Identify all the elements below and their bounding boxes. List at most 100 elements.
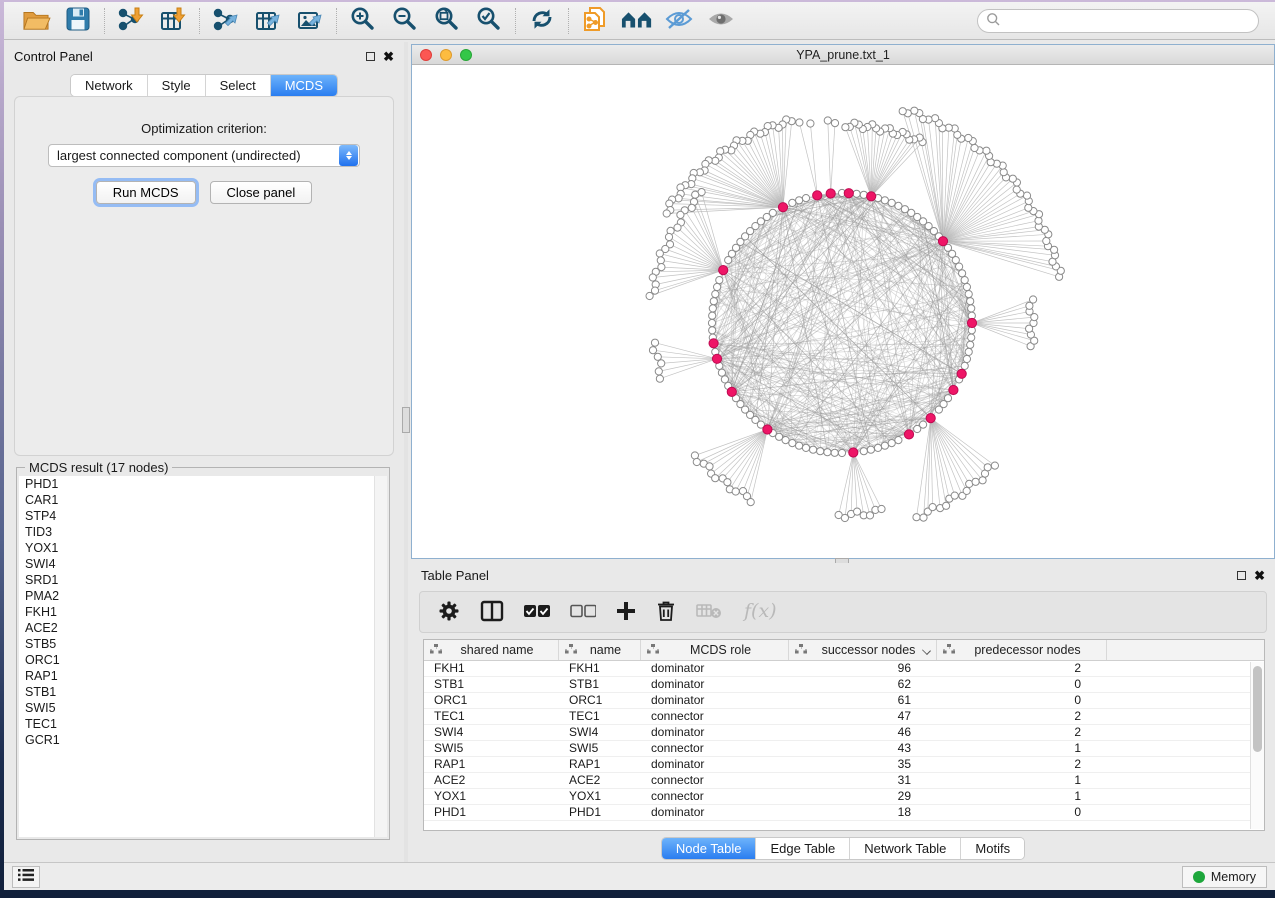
import-network-button[interactable] [115,7,147,35]
tab-mcds[interactable]: MCDS [271,75,337,96]
optimization-dropdown[interactable]: largest connected component (undirected) [48,144,360,167]
zoom-selected-button[interactable] [473,7,505,35]
export-image-button[interactable] [294,7,326,35]
table-scrollbar-thumb[interactable] [1253,666,1262,752]
close-table-panel-icon[interactable]: ✖ [1254,571,1265,580]
save-button[interactable] [62,7,94,35]
mcds-node-item[interactable]: RAP1 [19,668,387,684]
table-row[interactable]: ACE2ACE2connector311 [424,773,1264,789]
cell-predecessor-nodes: 1 [937,773,1107,788]
mcds-node-item[interactable]: CAR1 [19,492,387,508]
zoom-out-button[interactable] [389,7,421,35]
tab-select[interactable]: Select [206,75,271,96]
deselect-all-icon [570,604,596,621]
deselect-all-button[interactable] [570,604,596,621]
first-neighbors-button[interactable] [621,7,653,35]
column-header-name[interactable]: name [559,640,641,660]
table-row[interactable]: FKH1FKH1dominator962 [424,661,1264,677]
mcds-node-item[interactable]: ACE2 [19,620,387,636]
open-button[interactable] [20,7,52,35]
table-row[interactable]: ORC1ORC1dominator610 [424,693,1264,709]
column-header-successor-nodes[interactable]: successor nodes [789,640,937,660]
table-scrollbar[interactable] [1250,662,1264,829]
mcds-node-item[interactable]: TID3 [19,524,387,540]
cell-shared-name: SWI5 [424,741,559,756]
search-input[interactable] [1001,14,1258,28]
export-table-icon [253,6,283,35]
export-table-button[interactable] [252,7,284,35]
mcds-node-item[interactable]: SRD1 [19,572,387,588]
table-row[interactable]: YOX1YOX1connector291 [424,789,1264,805]
cell-name: ORC1 [559,693,641,708]
table-row[interactable]: PHD1PHD1dominator180 [424,805,1264,821]
mcds-node-item[interactable]: PHD1 [19,476,387,492]
table-row[interactable]: STB1STB1dominator620 [424,677,1264,693]
mcds-node-item[interactable]: FKH1 [19,604,387,620]
mcds-node-item[interactable]: GCR1 [19,732,387,748]
zoom-fit-button[interactable] [431,7,463,35]
delete-table-button[interactable] [696,602,722,623]
task-history-button[interactable] [12,866,40,888]
hide-selected-button[interactable] [663,7,695,35]
mcds-node-item[interactable]: ORC1 [19,652,387,668]
float-table-panel-icon[interactable] [1237,571,1246,580]
mcds-node-item[interactable]: STB5 [19,636,387,652]
delete-column-button[interactable] [656,600,676,625]
refresh-icon [529,6,555,35]
export-network-button[interactable] [210,7,242,35]
show-all-button[interactable] [705,7,737,35]
import-table-button[interactable] [157,7,189,35]
column-header-shared-name[interactable]: shared name [424,640,559,660]
function-builder-button[interactable]: f(x) [742,599,780,626]
mcds-list-scrollbar[interactable] [374,476,387,837]
settings-button[interactable] [438,600,460,625]
add-column-button[interactable] [616,601,636,624]
refresh-button[interactable] [526,7,558,35]
cell-shared-name: FKH1 [424,661,559,676]
mcds-node-item[interactable]: STP4 [19,508,387,524]
tab-style[interactable]: Style [148,75,206,96]
mcds-node-item[interactable]: YOX1 [19,540,387,556]
hierarchy-icon [647,643,659,657]
network-canvas[interactable] [412,65,1274,558]
table-row[interactable]: SWI5SWI5connector431 [424,741,1264,757]
memory-button[interactable]: Memory [1182,866,1267,888]
table-row[interactable]: SWI4SWI4dominator462 [424,725,1264,741]
column-header-predecessor-nodes[interactable]: predecessor nodes [937,640,1107,660]
tab-network-table[interactable]: Network Table [850,838,961,859]
column-header-MCDS-role[interactable]: MCDS role [641,640,789,660]
select-all-button[interactable] [524,604,550,621]
table-row[interactable]: TEC1TEC1connector472 [424,709,1264,725]
cell-shared-name: RAP1 [424,757,559,772]
network-window-titlebar[interactable]: YPA_prune.txt_1 [412,45,1274,65]
mcds-node-item[interactable]: TEC1 [19,716,387,732]
zoom-in-button[interactable] [347,7,379,35]
split-columns-button[interactable] [480,600,504,625]
run-mcds-button[interactable]: Run MCDS [96,181,196,204]
mcds-panel: Optimization criterion: largest connecte… [14,96,394,456]
close-panel-icon[interactable]: ✖ [383,52,394,61]
main-toolbar [4,2,1275,40]
table-panel-title: Table Panel [421,568,489,583]
mcds-node-item[interactable]: STB1 [19,684,387,700]
tab-motifs[interactable]: Motifs [961,838,1024,859]
mcds-node-item[interactable]: SWI4 [19,556,387,572]
table-row[interactable]: RAP1RAP1dominator352 [424,757,1264,773]
mcds-result-list[interactable]: PHD1CAR1STP4TID3YOX1SWI4SRD1PMA2FKH1ACE2… [19,476,387,837]
close-panel-button[interactable]: Close panel [210,181,313,204]
mcds-result-title: MCDS result (17 nodes) [25,460,172,475]
tab-node-table[interactable]: Node Table [662,838,757,859]
mcds-node-item[interactable]: SWI5 [19,700,387,716]
tab-edge-table[interactable]: Edge Table [756,838,850,859]
float-panel-icon[interactable] [366,52,375,61]
mcds-node-item[interactable]: PMA2 [19,588,387,604]
cell-name: TEC1 [559,709,641,724]
cell-shared-name: SWI4 [424,725,559,740]
duplicate-network-button[interactable] [579,7,611,35]
cell-name: RAP1 [559,757,641,772]
cell-successor-nodes: 43 [789,741,937,756]
tab-network[interactable]: Network [71,75,148,96]
cell-predecessor-nodes: 2 [937,709,1107,724]
cell-predecessor-nodes: 2 [937,725,1107,740]
search-box[interactable] [977,9,1259,33]
